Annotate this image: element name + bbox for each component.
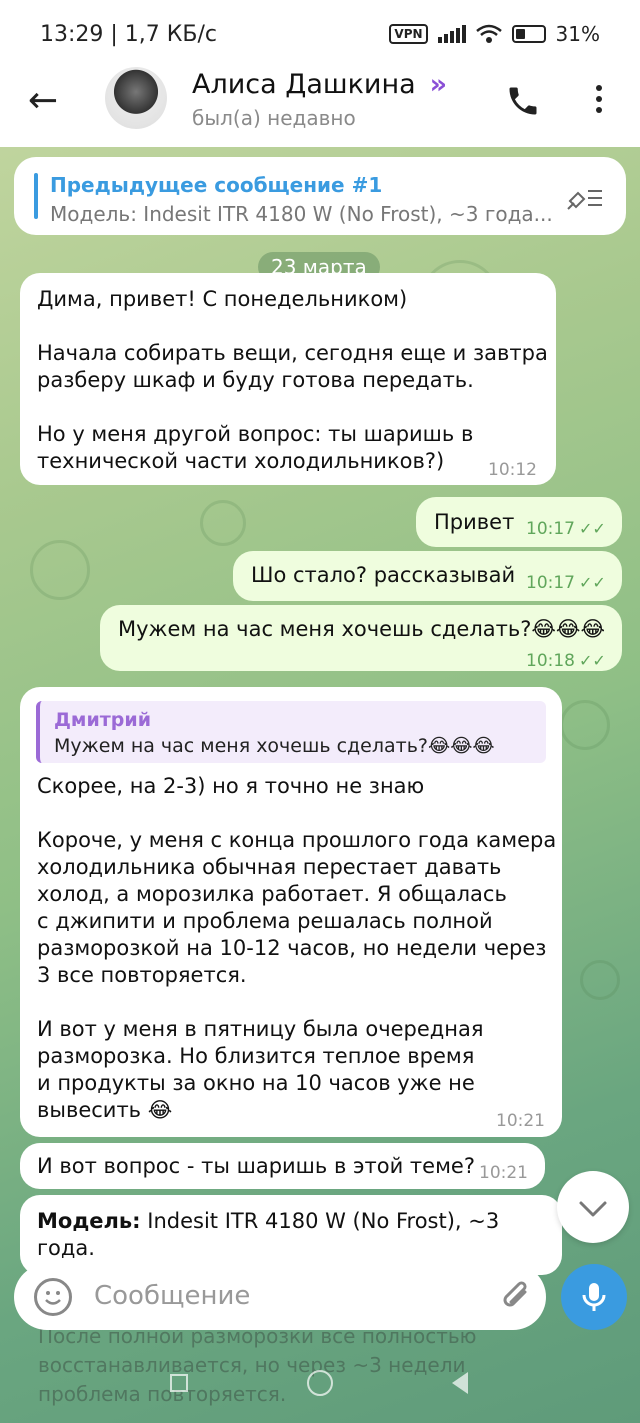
premium-icon: » xyxy=(429,69,448,100)
message-text: Шо стало? рассказывай xyxy=(251,563,516,587)
message-text: И вот вопрос - ты шаришь в этой теме? xyxy=(37,1154,475,1178)
more-menu-icon[interactable] xyxy=(594,85,604,118)
pinned-indicator xyxy=(34,173,38,219)
microphone-icon xyxy=(582,1283,606,1311)
reply-quote[interactable]: Дмитрий Мужем на час меня хочешь сделать… xyxy=(36,701,546,763)
recent-apps-button[interactable] xyxy=(170,1374,188,1392)
time-text: 10:17 xyxy=(526,519,575,539)
outgoing-message[interactable]: Привет 10:17 ✓✓ xyxy=(416,497,622,547)
message-line: и продукты за окно на 10 часов уже не xyxy=(37,1071,475,1095)
wifi-icon xyxy=(475,24,502,43)
message-time: 10:17 ✓✓ xyxy=(526,515,606,543)
incoming-message[interactable]: Дмитрий Мужем на час меня хочешь сделать… xyxy=(20,687,562,1137)
time-text: 10:17 xyxy=(526,573,575,593)
back-arrow-icon[interactable]: ← xyxy=(28,83,58,119)
scroll-down-button[interactable] xyxy=(557,1171,629,1243)
double-check-icon: ✓✓ xyxy=(579,573,606,592)
double-check-icon: ✓✓ xyxy=(579,519,606,538)
pinned-title: Предыдущее сообщение #1 xyxy=(50,173,383,197)
vpn-icon: VPN xyxy=(389,24,428,44)
status-time: 13:29 | 1,7 КБ/с xyxy=(40,22,217,47)
outgoing-message[interactable]: Шо стало? рассказывай 10:17 ✓✓ xyxy=(233,551,622,601)
avatar[interactable] xyxy=(105,67,167,129)
message-line: с джипити и проблема решалась полной xyxy=(37,909,493,933)
faded-line: проблема повторяется. xyxy=(38,1382,287,1406)
message-line: разморозка. Но близится теплое время xyxy=(37,1044,475,1068)
signal-icon xyxy=(437,25,466,43)
pinned-text: Модель: Indesit ITR 4180 W (No Frost), ~… xyxy=(50,202,553,226)
incoming-message[interactable]: Дима, привет! С понедельником) Начала со… xyxy=(20,273,556,485)
chat-header: ← Алиса Дашкина » был(а) недавно xyxy=(0,55,640,147)
background-doodle xyxy=(560,700,610,750)
message-time: 10:12 xyxy=(488,460,537,480)
message-composer[interactable]: Сообщение xyxy=(14,1264,546,1330)
message-input[interactable]: Сообщение xyxy=(94,1281,250,1311)
message-time: 10:21 xyxy=(496,1111,545,1131)
message-line: разберу шкаф и буду готова передать. xyxy=(37,368,474,392)
message-text: Модель: Indesit ITR 4180 W (No Frost), ~… xyxy=(37,1208,562,1262)
message-line: разморозкой на 10-12 часов, но недели че… xyxy=(37,936,547,960)
message-line: 3 все повторяется. xyxy=(37,963,247,987)
time-text: 10:18 xyxy=(526,651,575,671)
incoming-message[interactable]: Модель: Indesit ITR 4180 W (No Frost), ~… xyxy=(20,1195,562,1275)
chevron-down-icon xyxy=(579,1201,607,1217)
pinned-list-icon[interactable] xyxy=(566,183,604,211)
message-time: 10:18 ✓✓ xyxy=(526,647,606,675)
background-doodle xyxy=(30,540,90,600)
reply-author: Дмитрий xyxy=(54,709,152,731)
home-button[interactable] xyxy=(307,1370,333,1396)
faded-line: восстанавливается, но через ~3 недели xyxy=(38,1353,466,1377)
incoming-message[interactable]: И вот вопрос - ты шаришь в этой теме? 10… xyxy=(20,1143,545,1189)
message-time: 10:21 xyxy=(479,1163,528,1183)
back-nav-button[interactable] xyxy=(452,1372,468,1394)
attach-icon[interactable] xyxy=(498,1278,536,1316)
contact-name-text: Алиса Дашкина xyxy=(192,69,416,100)
battery-percent: 31% xyxy=(555,22,600,46)
message-line: Начала собирать вещи, сегодня еще и завт… xyxy=(37,341,548,365)
faded-message-text: После полной разморозки все полностью во… xyxy=(38,1322,477,1409)
outgoing-message[interactable]: Мужем на час меня хочешь сделать?😂😂😂 10:… xyxy=(100,605,622,671)
reply-text: Мужем на час меня хочешь сделать?😂😂😂 xyxy=(54,735,495,757)
phone-icon[interactable] xyxy=(505,83,541,119)
message-line: Короче, у меня с конца прошлого года кам… xyxy=(37,828,557,852)
status-icons: VPN 31% xyxy=(389,22,600,46)
background-doodle xyxy=(200,500,246,546)
battery-icon xyxy=(511,25,546,43)
message-text: Привет xyxy=(434,510,515,534)
message-line: вывесить 😂 xyxy=(37,1098,173,1122)
message-text: Мужем на час меня хочешь сделать?😂😂😂 xyxy=(118,617,605,641)
last-seen-status: был(а) недавно xyxy=(192,106,356,130)
message-time: 10:17 ✓✓ xyxy=(526,569,606,597)
double-check-icon: ✓✓ xyxy=(579,651,606,670)
message-line: И вот у меня в пятницу была очередная xyxy=(37,1017,484,1041)
contact-name[interactable]: Алиса Дашкина » xyxy=(192,69,447,100)
message-line: Дима, привет! С понедельником) xyxy=(37,287,408,311)
background-doodle xyxy=(580,960,620,1000)
message-line: холод, а морозилка работает. Я общалась xyxy=(37,882,507,906)
pinned-message-bar[interactable]: Предыдущее сообщение #1 Модель: Indesit … xyxy=(14,157,626,235)
message-line: Скорее, на 2-3) но я точно не знаю xyxy=(37,774,425,798)
message-line: технической части холодильников?) xyxy=(37,449,445,473)
voice-message-button[interactable] xyxy=(561,1264,627,1330)
emoji-icon[interactable] xyxy=(34,1278,72,1316)
message-line: Но у меня другой вопрос: ты шаришь в xyxy=(37,422,474,446)
bold-label: Модель: xyxy=(37,1209,141,1233)
message-line: холодильника обычная перестает давать xyxy=(37,855,502,879)
